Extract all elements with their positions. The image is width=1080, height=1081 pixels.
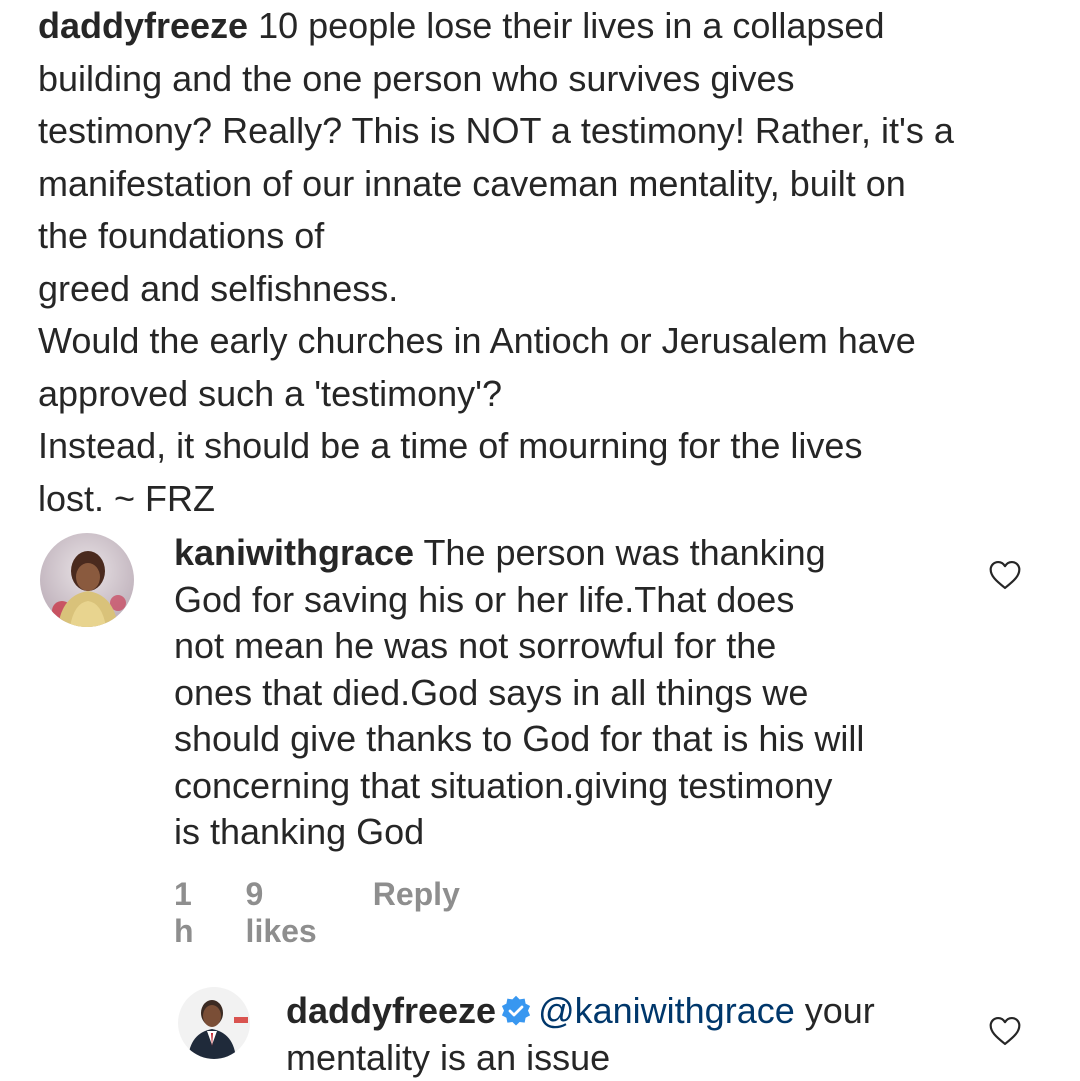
main-comment-username[interactable]: daddyfreeze <box>38 5 248 46</box>
main-comment-line-10: lost. ~ FRZ <box>38 473 1048 526</box>
like-heart-icon[interactable] <box>988 1016 1022 1046</box>
main-comment-line-7: Would the early churches in Antioch or J… <box>38 315 1048 368</box>
reply-line-1: daddyfreeze@kaniwithgrace your <box>286 988 986 1035</box>
mention-link[interactable]: @kaniwithgrace <box>538 990 795 1031</box>
avatar[interactable] <box>178 987 250 1059</box>
reply-line-1: kaniwithgrace The person was thanking <box>174 530 974 577</box>
reply-body: kaniwithgrace The person was thanking Go… <box>174 530 974 856</box>
reply-line-4: ones that died.God says in all things we <box>174 670 974 717</box>
reply-time: 1 h <box>174 876 194 950</box>
main-comment: daddyfreeze 10 people lose their lives i… <box>38 0 1048 525</box>
reply-username[interactable]: daddyfreeze <box>286 990 496 1031</box>
reply-line-2: God for saving his or her life.That does <box>174 577 974 624</box>
reply-button[interactable]: Reply <box>373 876 460 950</box>
reply-line-2: mentality is an issue <box>286 1035 986 1081</box>
main-comment-line-8: approved such a 'testimony'? <box>38 368 1048 421</box>
like-heart-icon[interactable] <box>988 560 1022 590</box>
avatar[interactable] <box>40 533 134 627</box>
avatar-image <box>40 533 134 627</box>
main-comment-line-5: the foundations of <box>38 210 1048 263</box>
main-comment-line-6: greed and selfishness. <box>38 263 1048 316</box>
reply-username[interactable]: kaniwithgrace <box>174 532 414 573</box>
reply-line-7: is thanking God <box>174 809 974 856</box>
main-comment-line-2: building and the one person who survives… <box>38 53 1048 106</box>
verified-badge-icon <box>500 992 532 1024</box>
reply-body: daddyfreeze@kaniwithgrace your mentality… <box>286 988 986 1081</box>
main-comment-line-9: Instead, it should be a time of mourning… <box>38 420 1048 473</box>
main-comment-line-1: daddyfreeze 10 people lose their lives i… <box>38 0 1048 53</box>
reply-likes[interactable]: 9 likes <box>246 876 317 950</box>
reply-meta: 1 h 9 likes Reply <box>174 876 460 950</box>
main-comment-line-4: manifestation of our innate caveman ment… <box>38 158 1048 211</box>
reply-line-6: concerning that situation.giving testimo… <box>174 763 974 810</box>
reply-line-3: not mean he was not sorrowful for the <box>174 623 974 670</box>
avatar-image <box>178 987 250 1059</box>
reply-line-5: should give thanks to God for that is hi… <box>174 716 974 763</box>
main-comment-line-3: testimony? Really? This is NOT a testimo… <box>38 105 1048 158</box>
